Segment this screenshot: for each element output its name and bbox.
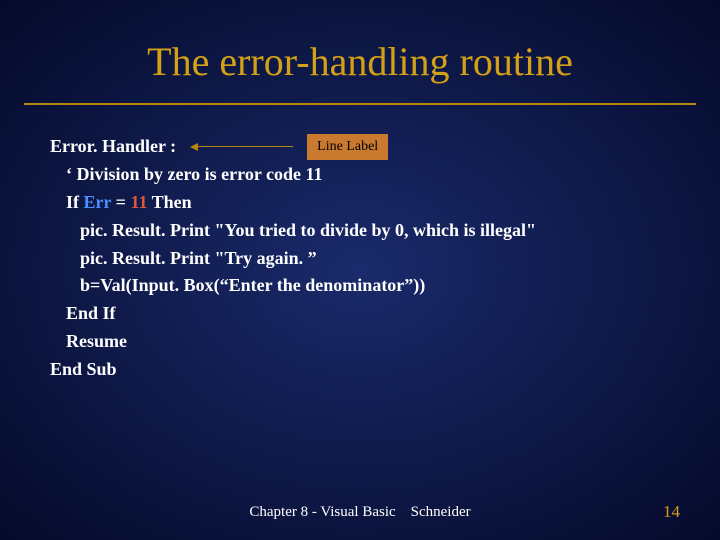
- slide-footer: Chapter 8 - Visual Basic Schneider 14: [0, 502, 720, 522]
- code-line-6: b=Val(Input. Box(“Enter the denominator”…: [50, 272, 690, 300]
- footer-center-text: Chapter 8 - Visual Basic Schneider: [249, 504, 470, 521]
- code-block: Error. Handler : Line Label ‘ Division b…: [0, 133, 720, 384]
- code-line-3: If Err = 11 Then: [50, 189, 690, 217]
- arrow-line-icon: [198, 146, 293, 147]
- line-label-callout: Line Label: [307, 134, 388, 160]
- code-line-2: ‘ Division by zero is error code 11: [50, 161, 690, 189]
- code-line-4: pic. Result. Print "You tried to divide …: [50, 217, 690, 245]
- callout-arrow: [190, 143, 293, 151]
- eleven-token: 11: [130, 192, 147, 212]
- arrow-head-icon: [190, 143, 198, 151]
- code-line-5: pic. Result. Print "Try again. ”: [50, 245, 690, 273]
- code-line-7: End If: [50, 300, 690, 328]
- page-number: 14: [663, 502, 680, 522]
- code-line-8: Resume: [50, 328, 690, 356]
- code-line-1: Error. Handler :: [50, 133, 176, 161]
- title-underline: [24, 103, 696, 105]
- err-token: Err: [84, 192, 112, 212]
- if-keyword: If: [66, 192, 84, 212]
- then-keyword: Then: [147, 192, 191, 212]
- equals-token: =: [111, 192, 130, 212]
- code-line-9: End Sub: [50, 356, 690, 384]
- slide-title: The error-handling routine: [0, 0, 720, 103]
